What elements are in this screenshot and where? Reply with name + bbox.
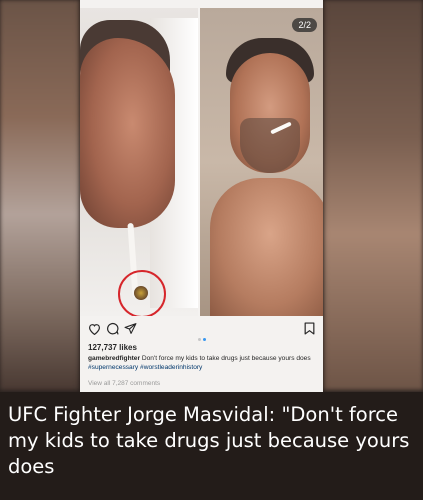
headline-text: UFC Fighter Jorge Masvidal: "Don't force…	[8, 403, 410, 478]
carousel-counter-badge: 2/2	[292, 18, 317, 32]
heart-icon[interactable]	[88, 322, 101, 340]
right-photo	[200, 8, 323, 316]
share-icon[interactable]	[124, 322, 137, 340]
comment-icon[interactable]	[106, 322, 119, 340]
shirtless-torso	[210, 178, 323, 316]
post-carousel-image[interactable]: 2/2	[80, 8, 323, 316]
highlighted-object	[134, 286, 148, 300]
caption-text: Don't force my kids to take drugs just b…	[141, 355, 311, 362]
caption-username[interactable]: gamebredfighter	[88, 355, 140, 362]
like-count[interactable]: 127,737 likes	[88, 343, 137, 352]
post-action-bar	[88, 322, 315, 341]
instagram-post-card: 2/2 127,737 likes gamebredfighter Don't …	[80, 0, 323, 392]
caption-hashtags[interactable]: #supernecessary #worstleaderinhistory	[88, 364, 202, 371]
bookmark-icon[interactable]	[304, 322, 315, 340]
blurred-background-right	[323, 0, 423, 390]
carousel-indicator	[198, 328, 208, 346]
sleeping-face	[80, 38, 175, 228]
view-all-comments-link[interactable]: View all 7,287 comments	[88, 380, 160, 387]
blurred-background-left	[0, 0, 80, 390]
post-caption: gamebredfighter Don't force my kids to t…	[88, 354, 316, 372]
left-photo	[80, 8, 198, 316]
red-highlight-circle	[118, 270, 166, 316]
